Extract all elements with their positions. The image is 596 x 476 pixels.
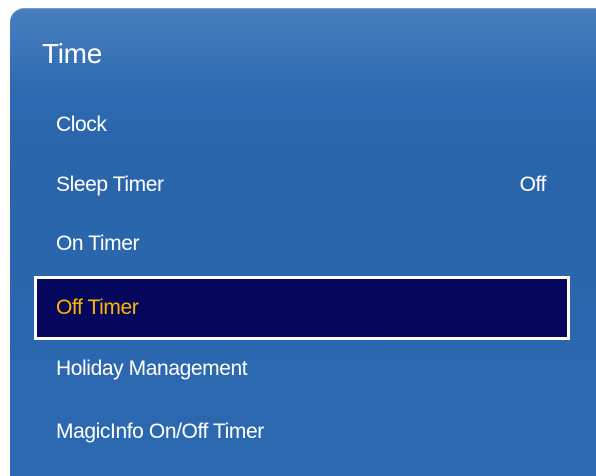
menu-item-holiday-management[interactable]: Holiday Management xyxy=(34,341,570,397)
menu-item-label: Off Timer xyxy=(56,296,139,319)
menu-item-clock[interactable]: Clock xyxy=(34,97,570,153)
menu-item-label: MagicInfo On/Off Timer xyxy=(56,420,264,443)
menu-item-on-timer[interactable]: On Timer xyxy=(34,216,570,272)
menu-item-off-timer[interactable]: Off Timer xyxy=(34,276,570,340)
menu-item-label: Sleep Timer xyxy=(56,173,164,196)
menu-item-label: On Timer xyxy=(56,232,140,255)
menu-item-magicinfo-on-off-timer[interactable]: MagicInfo On/Off Timer xyxy=(34,404,570,460)
menu-item-sleep-timer[interactable]: Sleep Timer Off xyxy=(34,157,570,213)
sleep-timer-value: Off xyxy=(519,173,547,196)
menu-item-label: Clock xyxy=(56,113,107,136)
time-menu-panel: Time Clock Sleep Timer Off On Timer Off … xyxy=(10,8,596,476)
menu-item-label: Holiday Management xyxy=(56,357,248,380)
menu-title: Time xyxy=(42,38,102,69)
